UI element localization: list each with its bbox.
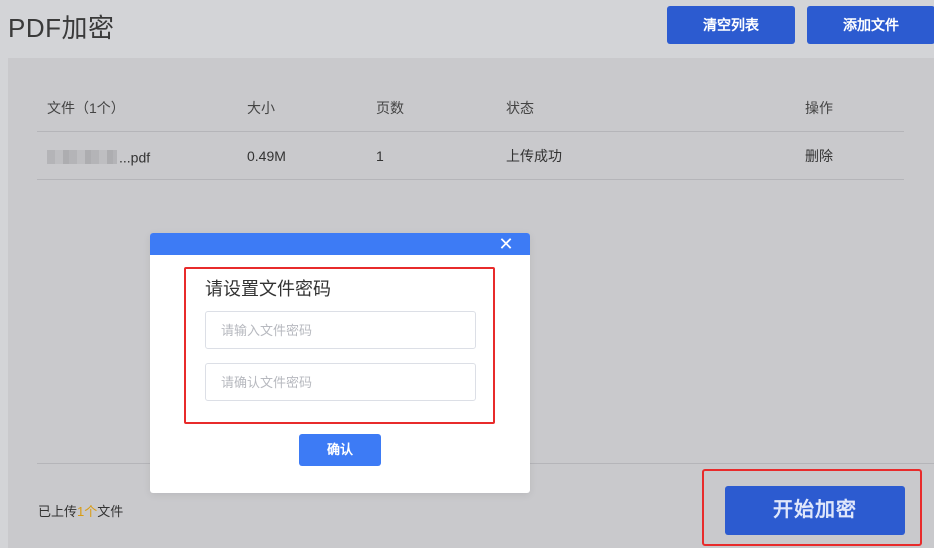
password-input[interactable] bbox=[205, 311, 476, 349]
confirm-password-input[interactable] bbox=[205, 363, 476, 401]
column-header-file: 文件（1个） bbox=[47, 100, 125, 116]
pdf-encrypt-page: PDF加密 清空列表 添加文件 文件（1个） 大小 页数 状态 操作 ...pd… bbox=[0, 0, 934, 548]
upload-status-suffix: 文件 bbox=[97, 504, 124, 519]
blurred-filename bbox=[47, 150, 117, 165]
page-title: PDF加密 bbox=[8, 13, 115, 43]
file-name-cell: ...pdf bbox=[47, 132, 150, 181]
column-header-action: 操作 bbox=[805, 100, 833, 116]
start-encrypt-button[interactable]: 开始加密 bbox=[725, 486, 905, 535]
table-row: ...pdf 0.49M 1 上传成功 删除 bbox=[37, 132, 904, 180]
close-icon[interactable]: ✕ bbox=[496, 234, 516, 254]
confirm-button[interactable]: 确认 bbox=[299, 434, 381, 466]
dialog-label: 请设置文件密码 bbox=[205, 279, 331, 299]
upload-count: 1个 bbox=[77, 504, 98, 519]
upload-status: 已上传1个文件 bbox=[38, 501, 123, 520]
dialog-header: ✕ bbox=[150, 233, 530, 255]
file-name-text: ...pdf bbox=[119, 149, 151, 166]
file-table: 文件（1个） 大小 页数 状态 操作 ...pdf 0.49M 1 上传成功 删… bbox=[37, 88, 904, 180]
delete-link[interactable]: 删除 bbox=[805, 132, 833, 180]
column-header-size: 大小 bbox=[247, 100, 275, 116]
file-status-cell: 上传成功 bbox=[506, 148, 562, 164]
table-header: 文件（1个） 大小 页数 状态 操作 bbox=[37, 88, 904, 132]
column-header-status: 状态 bbox=[506, 100, 534, 116]
password-dialog: ✕ 请设置文件密码 确认 bbox=[150, 233, 530, 493]
column-header-pages: 页数 bbox=[376, 100, 404, 116]
add-file-button[interactable]: 添加文件 bbox=[807, 6, 934, 44]
clear-list-button[interactable]: 清空列表 bbox=[667, 6, 795, 44]
file-pages-cell: 1 bbox=[376, 148, 384, 164]
file-size-cell: 0.49M bbox=[247, 148, 286, 164]
upload-status-prefix: 已上传 bbox=[38, 504, 78, 519]
